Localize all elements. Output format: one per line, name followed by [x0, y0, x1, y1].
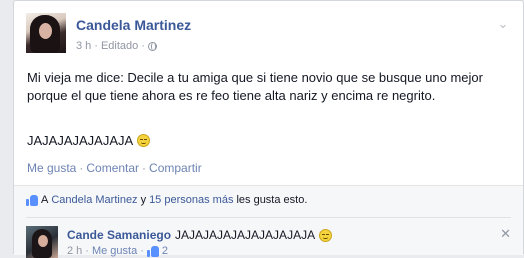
post-laugh-line: JAJAJAJAJAJAJA	[27, 133, 151, 148]
comment-link[interactable]: Comentar	[86, 161, 139, 175]
post-actions: Me gusta · Comentar · Compartir	[27, 161, 202, 175]
author-avatar[interactable]	[26, 13, 66, 53]
author-name-link[interactable]: Candela Martinez	[76, 17, 191, 33]
feedback-section: A Candela Martinez y 15 personas más les…	[14, 185, 523, 258]
comment-line: Cande Samaniego JAJAJAJAJAJAJAJAJAJA	[67, 228, 333, 242]
likes-summary: A Candela Martinez y 15 personas más les…	[26, 194, 307, 206]
post-time-link[interactable]: 3 h	[76, 40, 91, 52]
thumbs-up-icon	[146, 245, 159, 257]
divider	[26, 217, 511, 218]
comment-like-link[interactable]: Me gusta	[92, 245, 137, 257]
feed-post: Candela Martinez 3 h · Editado · ⌄ Mi vi…	[13, 0, 524, 258]
grinning-face-icon	[319, 228, 333, 242]
comment-time-link[interactable]: 2 h	[67, 245, 82, 257]
edited-link[interactable]: Editado	[101, 40, 138, 52]
comment-item: Cande Samaniego JAJAJAJAJAJAJAJAJAJA 2 h…	[26, 226, 511, 258]
comment-text: JAJAJAJAJAJAJAJAJAJA	[175, 228, 316, 242]
post-meta: 3 h · Editado ·	[76, 40, 157, 52]
post-text: Mi vieja me dice: Decile a tu amiga que …	[27, 70, 483, 103]
comment-like-count[interactable]: 2	[162, 245, 168, 257]
others-likers-link[interactable]: 15 personas más	[149, 194, 233, 206]
chevron-down-icon[interactable]: ⌄	[497, 17, 509, 30]
laugh-text: JAJAJAJAJAJAJA	[27, 133, 134, 148]
liker-name-link[interactable]: Candela Martinez	[51, 194, 137, 206]
thumbs-up-icon	[26, 194, 38, 206]
grinning-face-icon	[137, 134, 151, 147]
share-link[interactable]: Compartir	[149, 161, 202, 175]
like-link[interactable]: Me gusta	[27, 161, 76, 175]
globe-icon[interactable]	[147, 41, 157, 51]
commenter-name-link[interactable]: Cande Samaniego	[67, 228, 171, 242]
close-icon[interactable]: ✕	[500, 226, 511, 242]
comment-meta: 2 h · Me gusta · 2	[67, 245, 169, 257]
commenter-avatar[interactable]	[26, 226, 58, 258]
